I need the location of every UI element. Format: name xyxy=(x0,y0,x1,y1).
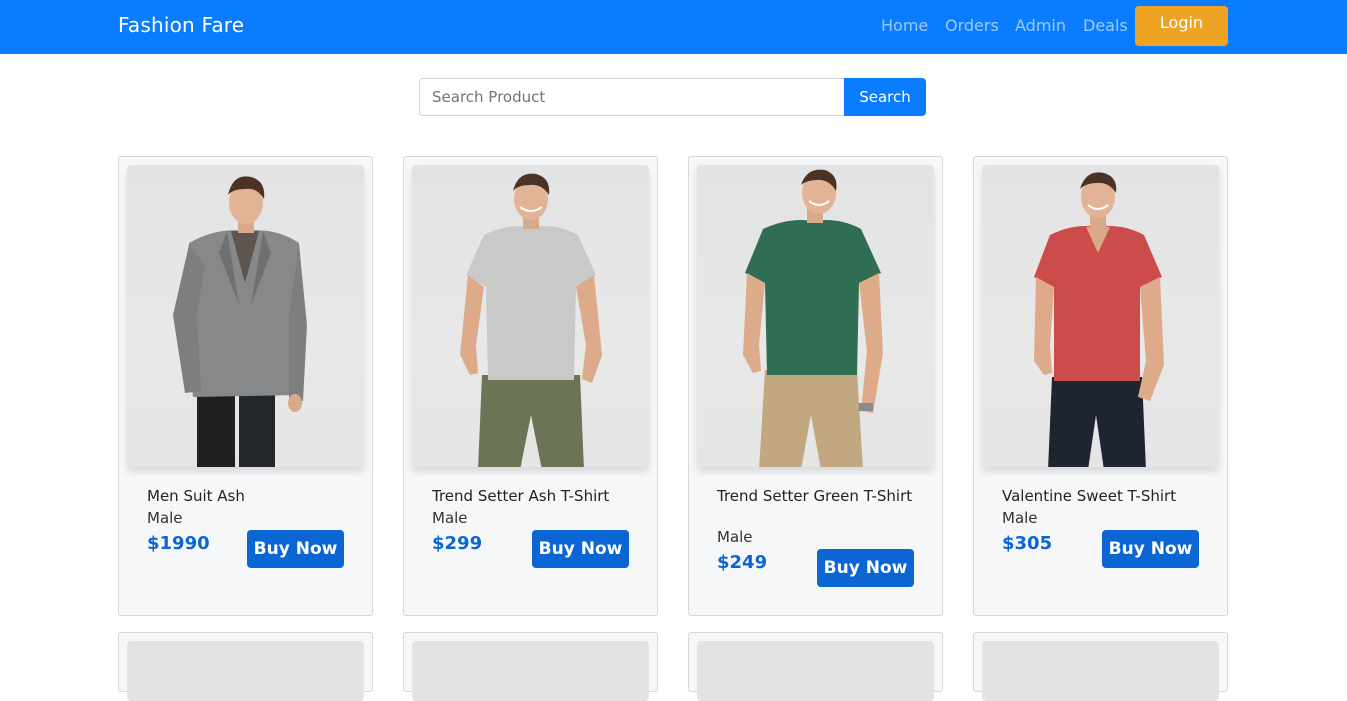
product-image-grey-tshirt[interactable] xyxy=(412,165,649,467)
product-name: Trend Setter Ash T-Shirt xyxy=(432,487,610,505)
nav-home-link[interactable]: Home xyxy=(881,16,928,35)
product-name: Trend Setter Green T-Shirt xyxy=(717,487,913,505)
product-price: $305 xyxy=(1002,533,1053,554)
product-gender: Male xyxy=(717,528,753,546)
search-button[interactable]: Search xyxy=(844,78,926,116)
brand-logo[interactable]: Fashion Fare xyxy=(118,13,244,37)
buy-now-button[interactable]: Buy Now xyxy=(817,549,914,587)
product-image[interactable] xyxy=(412,641,649,701)
product-gender: Male xyxy=(432,509,468,527)
product-price: $299 xyxy=(432,533,483,554)
product-gender: Male xyxy=(1002,509,1038,527)
product-price: $1990 xyxy=(147,533,210,554)
product-card-partial xyxy=(403,632,658,701)
product-image[interactable] xyxy=(127,641,364,701)
product-name: Men Suit Ash xyxy=(147,487,245,505)
product-price: $249 xyxy=(717,552,768,573)
nav-deals-link[interactable]: Deals xyxy=(1083,16,1128,35)
nav-admin-link[interactable]: Admin xyxy=(1015,16,1066,35)
product-card: Men Suit Ash Male $1990 Buy Now xyxy=(118,156,373,616)
nav-orders-link[interactable]: Orders xyxy=(945,16,999,35)
product-image[interactable] xyxy=(982,641,1219,701)
login-button[interactable]: Login xyxy=(1135,6,1228,46)
product-gender: Male xyxy=(147,509,183,527)
product-name: Valentine Sweet T-Shirt xyxy=(1002,487,1177,505)
search-input[interactable] xyxy=(419,78,845,116)
buy-now-button[interactable]: Buy Now xyxy=(247,530,344,568)
product-image-red-tshirt[interactable] xyxy=(982,165,1219,467)
product-image-green-tshirt[interactable] xyxy=(697,165,934,467)
product-card: Trend Setter Green T-Shirt Male $249 Buy… xyxy=(688,156,943,616)
product-image-grey-blazer[interactable] xyxy=(127,165,364,467)
product-card: Trend Setter Ash T-Shirt Male $299 Buy N… xyxy=(403,156,658,616)
buy-now-button[interactable]: Buy Now xyxy=(532,530,629,568)
buy-now-button[interactable]: Buy Now xyxy=(1102,530,1199,568)
product-image[interactable] xyxy=(697,641,934,701)
product-card: Valentine Sweet T-Shirt Male $305 Buy No… xyxy=(973,156,1228,616)
product-card-partial xyxy=(688,632,943,701)
product-card-partial xyxy=(973,632,1228,701)
product-card-partial xyxy=(118,632,373,701)
top-navbar: Fashion Fare Home Orders Admin Deals Log… xyxy=(0,0,1347,54)
